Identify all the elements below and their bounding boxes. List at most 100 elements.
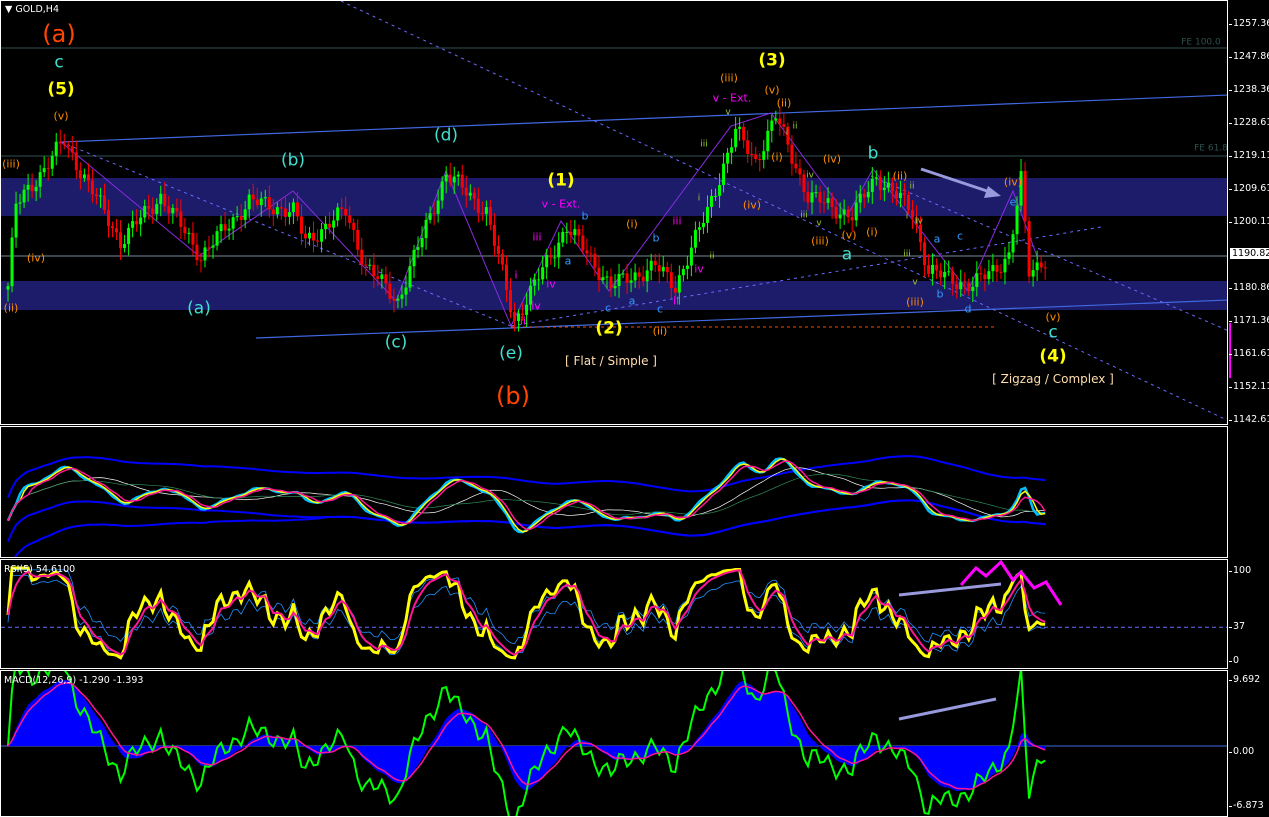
price-tick: 1257.36 xyxy=(1228,18,1269,29)
candle-body xyxy=(223,224,227,231)
candle-body xyxy=(637,272,641,277)
current-price-label: 1190.82 xyxy=(1230,248,1269,259)
candle-body xyxy=(975,273,979,287)
candle-body xyxy=(995,265,999,272)
candle-body xyxy=(90,180,94,195)
candle-body xyxy=(701,222,705,228)
wave-label: iii xyxy=(532,230,542,244)
candle-body xyxy=(504,264,508,291)
candle-body xyxy=(119,232,123,248)
candle-body xyxy=(854,202,858,221)
candle xyxy=(770,114,774,143)
macd-panel[interactable]: MACD(12,26,9) -1.290 -1.393 xyxy=(0,670,1228,817)
candle-body xyxy=(669,272,673,289)
candle-body xyxy=(139,217,143,225)
candle xyxy=(589,245,593,263)
candle xyxy=(492,213,496,257)
candle-body xyxy=(247,194,251,210)
candle xyxy=(750,142,754,166)
candle-body xyxy=(163,193,167,207)
candle-body xyxy=(601,277,605,281)
candle-body xyxy=(111,226,115,229)
candle-body xyxy=(167,206,171,214)
candle-body xyxy=(593,253,597,268)
candle-body xyxy=(641,276,645,282)
price-tick: 1161.61 xyxy=(1228,348,1269,359)
wave-label: (iii) xyxy=(906,295,924,309)
candle xyxy=(412,244,416,278)
candle-body xyxy=(131,221,135,228)
candle-body xyxy=(187,232,191,234)
wave-label: ii xyxy=(909,181,915,192)
candle-body xyxy=(38,172,42,187)
rsi-tick: 37 xyxy=(1228,621,1246,632)
main-chart-panel[interactable]: ▼ GOLD,H4 (a) (b) c (b) (d) (a) (c) (e) b a c (5) (3… xyxy=(0,0,1228,425)
symbol-title[interactable]: ▼ GOLD,H4 xyxy=(5,4,59,15)
wave-label: (iii) xyxy=(811,234,829,248)
candle-body xyxy=(661,266,665,272)
support-zone xyxy=(1,281,1227,310)
wave-label: c xyxy=(656,302,664,316)
candle-body xyxy=(726,152,730,164)
candle-body xyxy=(171,207,175,214)
candle xyxy=(123,234,127,253)
price-tick: 1247.86 xyxy=(1228,51,1269,62)
candle xyxy=(223,212,227,239)
candle-body xyxy=(243,209,247,220)
candle-body xyxy=(183,226,187,234)
candle-body xyxy=(798,168,802,175)
candle-body xyxy=(1031,270,1035,277)
candle-body xyxy=(275,207,279,215)
dropdown-triangle-icon[interactable]: ▼ xyxy=(5,4,12,15)
candle xyxy=(569,219,573,243)
candle-body xyxy=(271,209,275,215)
wave-label: b xyxy=(581,209,589,223)
wave-label: i xyxy=(697,193,701,204)
wave-label: a xyxy=(841,244,853,265)
candle-body xyxy=(525,304,529,315)
candle-body xyxy=(919,224,923,243)
wave-label: iii xyxy=(672,214,682,228)
price-axis[interactable]: 100 37 0 9.692 0.00 -6.873 1257.36 1247.8… xyxy=(1228,0,1269,817)
candle-body xyxy=(609,276,613,289)
candle-body xyxy=(862,193,866,198)
zigzag-complex-annotation: [ Zigzag / Complex ] xyxy=(992,372,1114,386)
candle-body xyxy=(927,265,931,274)
wave-label: ii xyxy=(519,314,527,328)
candle-body xyxy=(191,232,195,245)
wave-label: iv xyxy=(531,299,541,313)
candle xyxy=(653,253,657,273)
rsi-panel[interactable]: RSI(5) 54.6100 xyxy=(0,559,1228,669)
candle-body xyxy=(235,216,239,218)
candle-body xyxy=(287,212,291,217)
candle-body xyxy=(1039,262,1043,268)
candle xyxy=(541,255,545,285)
candle xyxy=(693,221,697,254)
wave-label: (5) xyxy=(47,79,75,100)
ma-ribbon-panel[interactable] xyxy=(0,426,1228,558)
wave-label: i xyxy=(785,127,789,138)
candle-body xyxy=(714,195,718,197)
candle-body xyxy=(911,210,914,218)
candle-body xyxy=(207,247,211,249)
candle-body xyxy=(870,178,874,192)
candle-body xyxy=(814,192,818,194)
candle-body xyxy=(400,294,404,299)
candle xyxy=(10,227,14,293)
candle-body xyxy=(143,205,147,218)
candle-body xyxy=(308,232,311,239)
candle-body xyxy=(830,198,834,208)
wave-label: c xyxy=(956,229,964,243)
candle-body xyxy=(348,215,352,223)
candle xyxy=(500,249,504,271)
candle-body xyxy=(681,269,685,276)
candle-body xyxy=(492,224,496,246)
candle xyxy=(995,258,999,282)
candle xyxy=(203,240,207,268)
candle-body xyxy=(123,244,127,248)
candle-body xyxy=(999,271,1003,273)
wave-label: c xyxy=(1048,322,1058,343)
rsi-tick: 0 xyxy=(1228,655,1240,666)
candle-body xyxy=(577,229,581,236)
candle-body xyxy=(846,209,850,218)
